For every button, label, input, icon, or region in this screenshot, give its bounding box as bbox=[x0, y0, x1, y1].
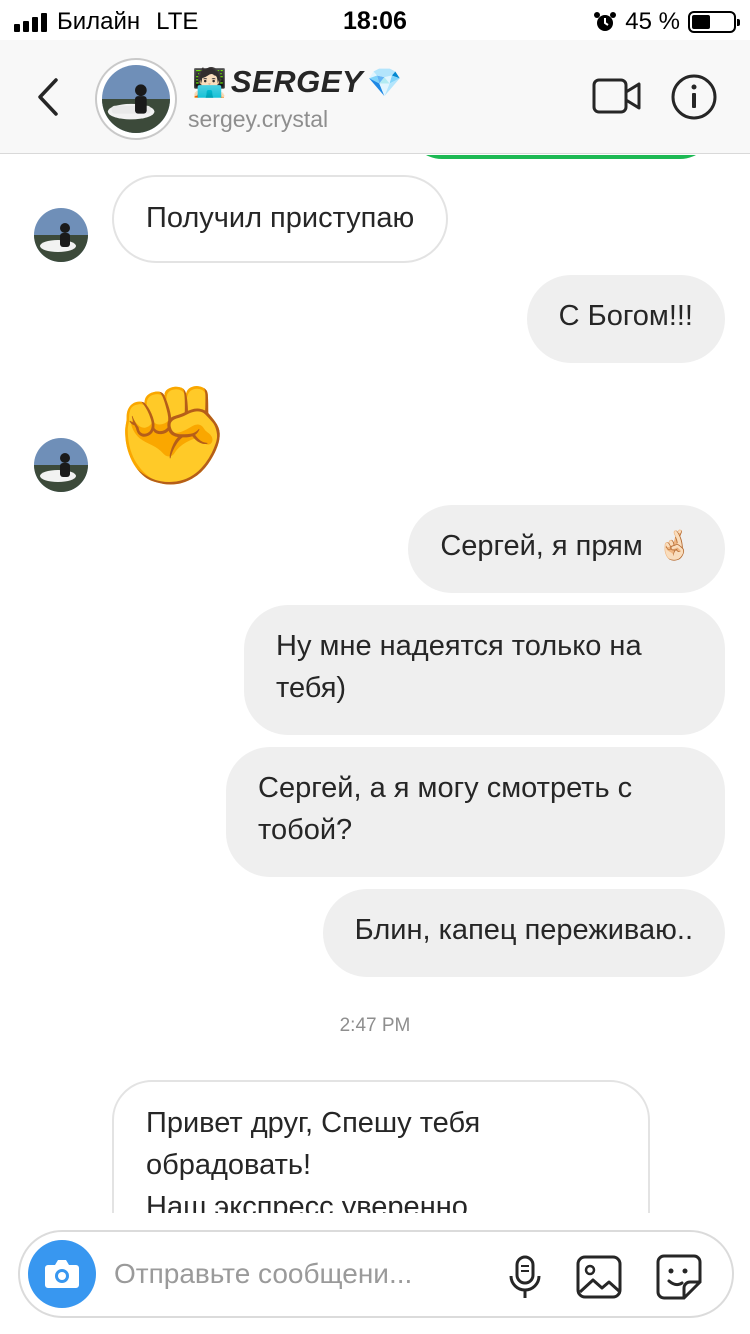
message-text: Сергей, я прям bbox=[440, 530, 643, 562]
contact-name: SERGEY bbox=[230, 64, 364, 99]
outgoing-message[interactable]: Блин, капец переживаю.. bbox=[322, 889, 725, 977]
alarm-icon bbox=[594, 12, 617, 31]
message-composer bbox=[18, 1230, 734, 1318]
camera-button[interactable] bbox=[28, 1240, 96, 1308]
diamond-emoji: 💎 bbox=[367, 66, 402, 98]
message-text: Получил приступаю bbox=[146, 202, 415, 234]
message-line: Привет друг, Спешу тебя bbox=[146, 1107, 481, 1139]
status-bar: Билайн LTE 18:06 45 % bbox=[0, 0, 750, 40]
battery-fill bbox=[692, 15, 710, 29]
header-avatar[interactable] bbox=[95, 58, 177, 140]
contact-username[interactable]: sergey.crystal bbox=[188, 106, 328, 133]
message-text: С Богом!!! bbox=[558, 300, 693, 332]
crossed-fingers-emoji: 🤞🏻 bbox=[656, 530, 693, 562]
outgoing-message[interactable]: Сергей, а я могу смотреть с тобой? bbox=[226, 747, 725, 877]
incoming-message[interactable]: Привет друг, Спешу тебя обрадовать! Наш … bbox=[112, 1080, 650, 1213]
previous-message-edge bbox=[408, 155, 714, 159]
battery-percent: 45 % bbox=[625, 8, 680, 35]
avatar-photo bbox=[102, 65, 170, 133]
message-line: обрадовать! bbox=[146, 1149, 312, 1181]
outgoing-message[interactable]: С Богом!!! bbox=[526, 275, 725, 363]
sender-avatar[interactable] bbox=[34, 438, 88, 492]
outgoing-message[interactable]: Сергей, я прям 🤞🏻 bbox=[408, 505, 725, 593]
battery-icon bbox=[688, 11, 740, 33]
info-icon[interactable] bbox=[670, 73, 718, 121]
message-timestamp: 2:47 PM bbox=[339, 1015, 411, 1036]
microphone-icon[interactable] bbox=[500, 1252, 550, 1302]
message-text: Блин, капец переживаю.. bbox=[354, 914, 693, 946]
message-text: Сергей, а я могу смотреть с тобой? bbox=[258, 772, 633, 846]
message-text: Ну мне надеятся только на тебя) bbox=[276, 630, 642, 704]
outgoing-message[interactable]: Ну мне надеятся только на тебя) bbox=[244, 605, 725, 735]
status-right: 45 % bbox=[593, 8, 740, 36]
sender-avatar[interactable] bbox=[34, 208, 88, 262]
laptop-person-emoji: 🧑🏻‍💻 bbox=[192, 66, 227, 98]
message-input[interactable] bbox=[114, 1254, 474, 1294]
emoji-message[interactable]: ✊ bbox=[112, 381, 232, 491]
sticker-icon[interactable] bbox=[654, 1252, 704, 1302]
video-call-icon[interactable] bbox=[592, 76, 642, 116]
gallery-icon[interactable] bbox=[574, 1252, 624, 1302]
back-arrow-icon[interactable] bbox=[30, 72, 70, 122]
incoming-message[interactable]: Получил приступаю bbox=[112, 175, 449, 263]
contact-name-row[interactable]: 🧑🏻‍💻 SERGEY 💎 bbox=[192, 64, 402, 100]
message-line: Наш экспресс уверенно bbox=[146, 1191, 468, 1213]
camera-icon bbox=[45, 1260, 79, 1288]
chat-header: 🧑🏻‍💻 SERGEY 💎 sergey.crystal bbox=[0, 40, 750, 154]
message-thread[interactable]: Получил приступаю С Богом!!! ✊ Сергей, я… bbox=[0, 155, 750, 1213]
